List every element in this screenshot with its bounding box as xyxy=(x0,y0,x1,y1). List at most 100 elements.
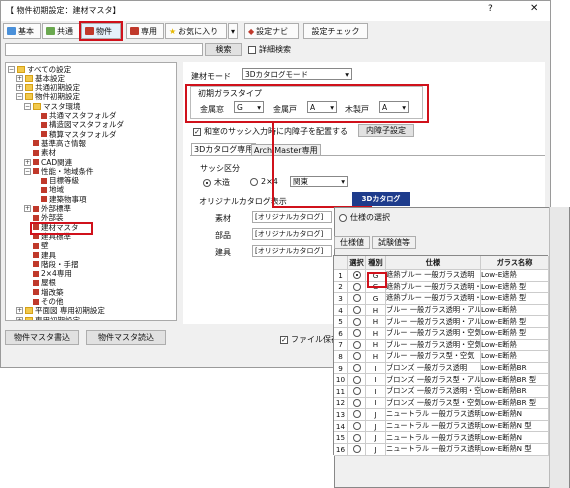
checkbox-box: ✓ xyxy=(193,127,201,136)
select-cell[interactable] xyxy=(348,444,366,456)
setting-icon xyxy=(33,298,39,305)
select-cell[interactable] xyxy=(348,409,366,421)
expander-icon[interactable]: − xyxy=(16,93,23,101)
radio-dot xyxy=(203,178,211,187)
folder-icon xyxy=(17,65,25,73)
select-cell[interactable] xyxy=(348,397,366,410)
catalog-row-field[interactable]: [オリジナルカタログ] xyxy=(252,228,332,240)
expander-icon[interactable]: + xyxy=(16,307,23,315)
row-number: 15 xyxy=(334,432,348,444)
row-radio[interactable] xyxy=(352,282,361,291)
expander-icon[interactable]: + xyxy=(24,205,31,212)
row-radio[interactable] xyxy=(352,445,361,454)
expander-icon[interactable]: + xyxy=(16,84,23,92)
sash-group-label: サッシ区分 xyxy=(200,164,240,173)
read-master-button[interactable]: 物件マスタ読込 xyxy=(86,330,166,345)
tab-basic[interactable]: 基本 xyxy=(3,23,41,39)
popup-scrollbar[interactable] xyxy=(549,207,569,488)
row-radio[interactable] xyxy=(352,340,361,349)
write-master-button[interactable]: 物件マスタ書込 xyxy=(5,330,79,345)
radio-dot xyxy=(250,177,258,186)
mode-select[interactable]: 3Dカタログモード ▾ xyxy=(242,68,352,80)
catalog-row-field[interactable]: [オリジナルカタログ] xyxy=(252,245,332,257)
row-radio[interactable] xyxy=(352,329,361,338)
select-cell[interactable] xyxy=(348,432,366,444)
select-cell[interactable] xyxy=(348,339,366,352)
row-radio[interactable] xyxy=(352,271,361,280)
row-number: 7 xyxy=(334,339,348,352)
file-save-checkbox[interactable]: ✓ ファイル保存 xyxy=(280,334,339,345)
tree-highlight xyxy=(30,222,93,235)
checkbox-box: ✓ xyxy=(280,335,288,344)
select-cell[interactable] xyxy=(348,281,366,294)
row-radio[interactable] xyxy=(352,375,361,384)
type-cell: I xyxy=(366,397,386,410)
type-cell: J xyxy=(366,432,386,444)
select-cell[interactable] xyxy=(348,316,366,328)
spec-grid: 選択 種別 仕様 ガラス名称 1 G 遮熱ブルー 一般ガラス透明 Low-E遮熱 2 G 遮熱ブルー… xyxy=(333,255,549,458)
row-radio[interactable] xyxy=(352,352,361,361)
close-button[interactable]: ✕ xyxy=(530,3,538,14)
glass-name-cell: Low-E断熱BR 型 xyxy=(481,397,549,410)
setting-icon xyxy=(33,159,39,165)
select-cell[interactable] xyxy=(348,328,366,340)
select-cell[interactable] xyxy=(348,304,366,317)
expander-icon[interactable]: + xyxy=(16,74,23,82)
row-radio[interactable] xyxy=(352,398,361,407)
tab-3dcatalog[interactable]: 3Dカタログ専用 xyxy=(191,143,257,155)
row-radio[interactable] xyxy=(352,364,361,373)
row-radio[interactable] xyxy=(352,387,361,396)
spec-cell: ブロンズ 一般ガラス透明 xyxy=(386,362,481,375)
settings-navi-button[interactable]: ◆ 設定ナビ xyxy=(244,23,299,39)
row-number: 13 xyxy=(334,409,348,421)
catalog-logo-button[interactable]: 3Dカタログ xyxy=(352,192,410,206)
catalog-row-field[interactable]: [オリジナルカタログ] xyxy=(252,211,332,223)
select-cell[interactable] xyxy=(348,374,366,386)
select-cell[interactable] xyxy=(348,293,366,305)
sash-inner-checkbox[interactable]: ✓ 和室のサッシ入力時に内障子を配置する xyxy=(193,126,348,137)
glass-name-cell: Low-E遮熱 xyxy=(481,270,549,282)
search-input[interactable] xyxy=(5,43,203,56)
row-radio[interactable] xyxy=(352,306,361,315)
expander-icon[interactable]: − xyxy=(24,167,31,175)
spec-cell: 遮熱ブルー 一般ガラス透明・型 xyxy=(386,281,481,294)
row-radio[interactable] xyxy=(352,317,361,326)
spec-select-radio[interactable]: 仕様の選択 xyxy=(339,212,390,223)
setting-icon xyxy=(33,279,39,286)
tab-archimaster[interactable]: ArchiMaster専用 xyxy=(251,144,321,155)
row-radio[interactable] xyxy=(352,410,361,419)
select-cell[interactable] xyxy=(348,362,366,375)
select-cell[interactable] xyxy=(348,270,366,282)
select-cell[interactable] xyxy=(348,351,366,363)
expander-icon[interactable]: − xyxy=(8,65,15,73)
row-radio[interactable] xyxy=(352,433,361,442)
help-button[interactable]: ? xyxy=(488,4,493,14)
inner-shoji-button[interactable]: 内障子設定 xyxy=(358,124,414,137)
radio-wood[interactable]: 木造 xyxy=(203,177,230,188)
tab-favorites[interactable]: ★ お気に入り xyxy=(165,23,227,39)
settings-check-button[interactable]: 設定チェック xyxy=(303,23,368,39)
region-select[interactable]: 関東 ▾ xyxy=(290,176,348,187)
expander-icon[interactable]: + xyxy=(24,158,31,166)
tab-dedicated[interactable]: 専用 xyxy=(126,23,164,39)
tree-item[interactable]: + 専用初期設定 xyxy=(16,315,80,320)
select-cell[interactable] xyxy=(348,386,366,398)
tab-test-value[interactable]: 試験値等 xyxy=(372,236,416,249)
search-button[interactable]: 検索 xyxy=(205,43,242,56)
expander-icon[interactable]: + xyxy=(16,316,23,320)
favorites-dropdown[interactable]: ▾ xyxy=(228,23,238,39)
select-cell[interactable] xyxy=(348,420,366,433)
row-number: 14 xyxy=(334,420,348,433)
type-cell: I xyxy=(366,374,386,386)
tab-spec-value[interactable]: 仕様値 xyxy=(334,236,370,249)
row-number: 5 xyxy=(334,316,348,328)
row-radio[interactable] xyxy=(352,422,361,431)
table-row[interactable]: 16 J ニュートラル 一般ガラス透明 Low-E断熱N 型 xyxy=(334,444,549,458)
setting-icon xyxy=(33,168,39,175)
expander-icon[interactable]: − xyxy=(24,102,31,110)
row-number: 3 xyxy=(334,293,348,305)
row-number: 2 xyxy=(334,281,348,294)
advanced-search-checkbox[interactable]: 詳細検索 xyxy=(248,44,291,55)
row-radio[interactable] xyxy=(352,294,361,303)
tab-common[interactable]: 共通 xyxy=(42,23,80,39)
